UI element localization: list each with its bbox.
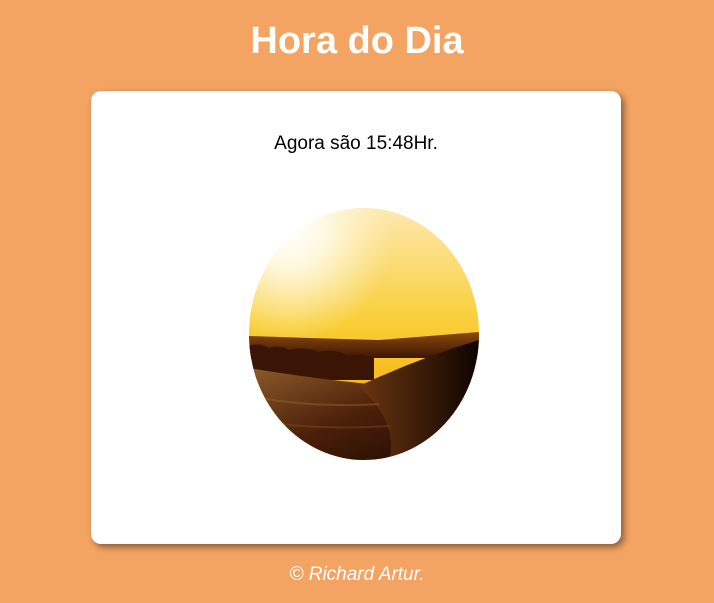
time-of-day-image — [249, 208, 479, 460]
desert-sunset-scene — [249, 208, 479, 460]
footer-credit: © Richard Artur. — [289, 564, 425, 585]
time-card: Agora são 15:48Hr. — [91, 91, 621, 544]
time-message: Agora são 15:48Hr. — [274, 133, 438, 154]
page-title: Hora do Dia — [250, 20, 464, 62]
